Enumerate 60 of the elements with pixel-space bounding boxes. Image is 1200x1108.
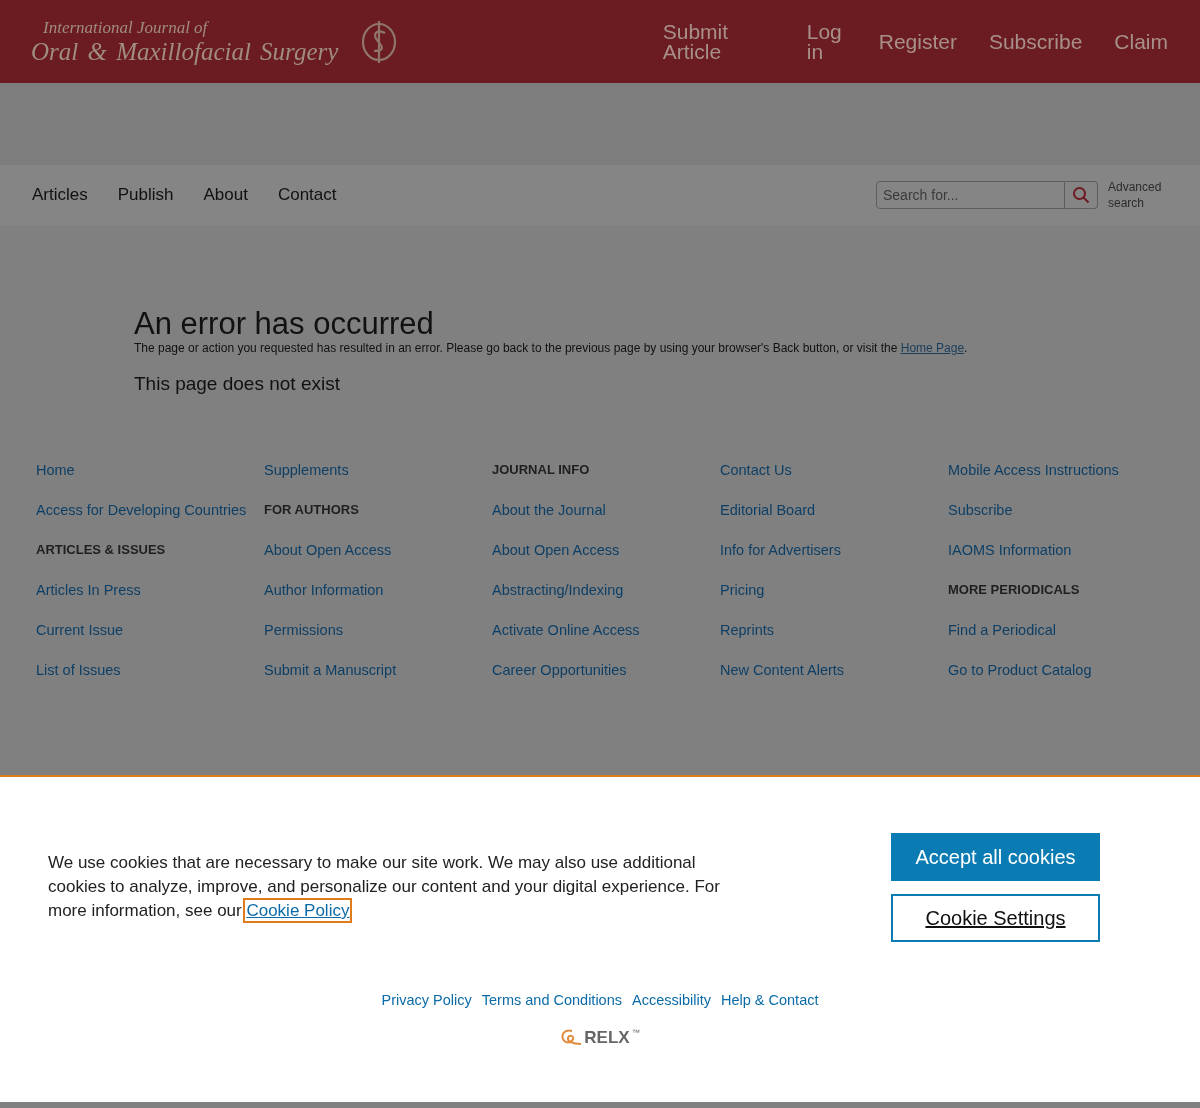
footer-link[interactable]: Privacy Policy [381, 992, 472, 1008]
header-link[interactable]: Subscribe [988, 31, 1083, 52]
footer-link[interactable]: List of Issues [36, 660, 264, 700]
footer-link[interactable]: Supplements [264, 460, 492, 500]
footer-link[interactable]: Help & Contact [720, 992, 819, 1008]
footer-link[interactable]: About Open Access [264, 540, 492, 580]
footer-heading: MORE PERIODICALS [948, 581, 1081, 599]
search-field[interactable]: Search for... [876, 181, 1065, 209]
footer-link[interactable]: About the Journal [492, 500, 720, 540]
nav-link[interactable]: Contact [277, 185, 337, 205]
nav-link[interactable]: Publish [117, 185, 174, 205]
footer-link[interactable]: Subscribe [948, 500, 1176, 540]
footer-link[interactable]: Terms and Conditions [481, 992, 622, 1008]
search-button[interactable] [1065, 181, 1098, 209]
footer-link[interactable]: Accessibility [632, 992, 711, 1008]
footer-link[interactable]: Reprints [720, 620, 948, 660]
footer-link[interactable]: IAOMS Information [948, 540, 1176, 580]
footer-link[interactable]: Contact Us [720, 460, 948, 500]
cookie-policy-link[interactable]: Cookie Policy [246, 901, 350, 920]
advanced-search-link[interactable]: Advanced search [1108, 179, 1168, 211]
trademark-sign: ™ [631, 1028, 640, 1037]
emblem-icon [360, 18, 399, 65]
relx-logo-icon [560, 1028, 583, 1046]
footer-heading: ARTICLES & ISSUES [36, 541, 167, 559]
header-link[interactable]: Register [878, 31, 957, 52]
footer-link[interactable]: Find a Periodical [948, 620, 1176, 660]
search-icon [1072, 186, 1090, 204]
relx-logo-text: RELX [584, 1028, 630, 1048]
footer-link[interactable]: Access for Developing Countries [36, 500, 264, 540]
error-heading: An error has occurred [134, 307, 435, 341]
header-link[interactable]: Claim [1114, 31, 1168, 52]
footer-link[interactable]: Mobile Access Instructions [948, 460, 1176, 500]
nav-link[interactable]: Articles [32, 185, 88, 205]
footer-link[interactable]: Articles In Press [36, 580, 264, 620]
footer-link[interactable]: Current Issue [36, 620, 264, 660]
footer-link[interactable]: Author Information [264, 580, 492, 620]
header-link[interactable]: Log in [806, 21, 847, 62]
journal-subtitle: International Journal of [42, 17, 210, 38]
error-message: The page or action you requested has resulted in an error. Please go back to the previous page by using your browser's Back button, or visit the Home Page. [134, 341, 969, 355]
footer-link[interactable]: Permissions [264, 620, 492, 660]
footer-link[interactable]: Abstracting/Indexing [492, 580, 720, 620]
footer-link[interactable]: Pricing [720, 580, 948, 620]
nav-link[interactable]: About [203, 185, 248, 205]
footer-link[interactable]: Career Opportunities [492, 660, 720, 700]
header-link[interactable]: Submit Article [662, 21, 775, 62]
error-subtitle: This page does not exist [134, 373, 341, 395]
footer-link[interactable]: Go to Product Catalog [948, 660, 1176, 700]
cookie-settings-button[interactable]: Cookie Settings [891, 894, 1100, 942]
footer-heading: JOURNAL INFO [492, 461, 591, 479]
footer-link[interactable]: Submit a Manuscript [264, 660, 492, 700]
accept-cookies-button[interactable]: Accept all cookies [891, 833, 1100, 881]
footer-link[interactable]: About Open Access [492, 540, 720, 580]
cookie-notice: We use cookies that are necessary to make our site work. We may also use additional cookies to analyze, improve, and personalize our content and your digital experience. For more information, see our Cookie Policy [48, 851, 748, 942]
footer-heading: FOR AUTHORS [264, 501, 360, 519]
footer-link[interactable]: Home [36, 460, 264, 500]
footer-link[interactable]: Editorial Board [720, 500, 948, 540]
footer-link[interactable]: New Content Alerts [720, 660, 948, 700]
footer-link[interactable]: Activate Online Access [492, 620, 720, 660]
footer-link[interactable]: Info for Advertisers [720, 540, 948, 580]
journal-title: Oral & Maxillofacial Surgery [31, 37, 339, 66]
